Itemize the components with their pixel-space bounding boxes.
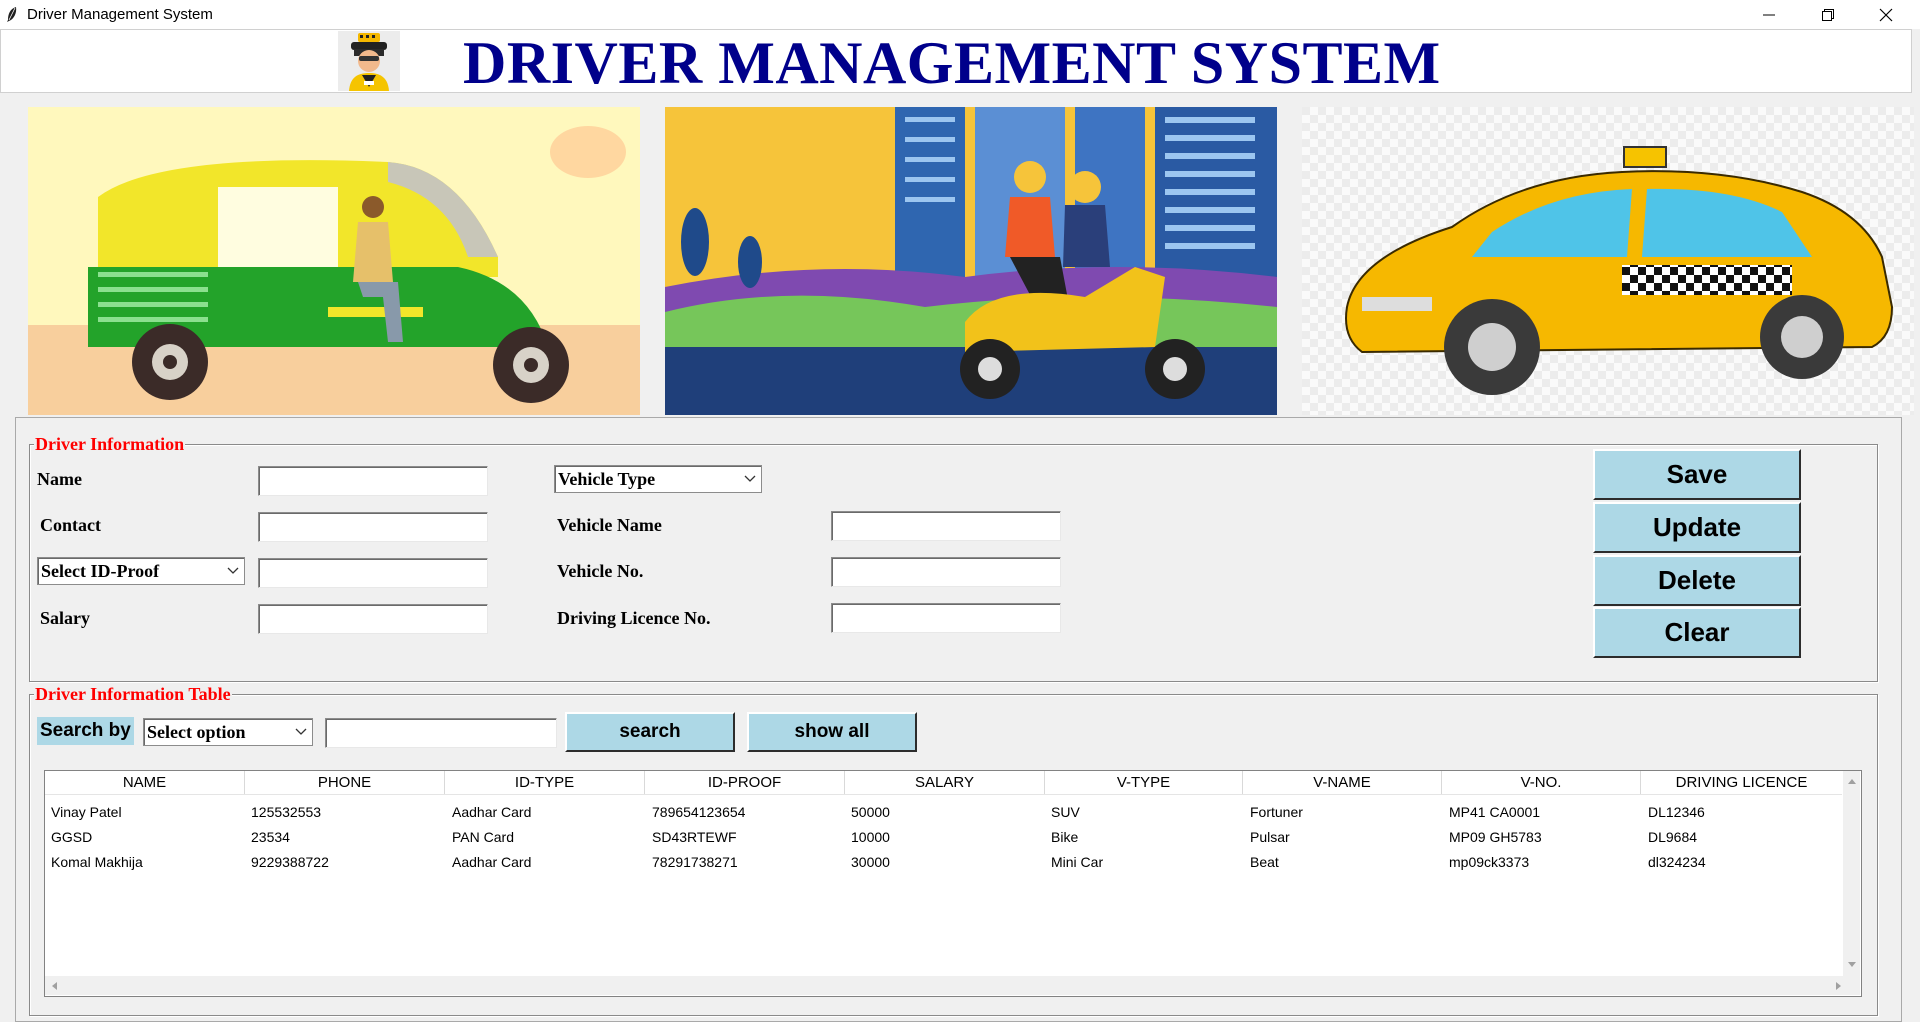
page-title: DRIVER MANAGEMENT SYSTEM bbox=[463, 30, 1441, 96]
driver-table-legend: Driver Information Table bbox=[34, 684, 232, 704]
auto-rickshaw-illustration bbox=[28, 107, 640, 415]
close-button[interactable] bbox=[1857, 0, 1915, 29]
column-header[interactable]: PHONE bbox=[245, 771, 445, 794]
contact-label: Contact bbox=[40, 515, 101, 535]
column-header[interactable]: V-TYPE bbox=[1045, 771, 1243, 794]
taxi-driver-icon bbox=[338, 31, 400, 91]
salary-input[interactable] bbox=[258, 604, 488, 634]
cell-v-name: Pulsar bbox=[1250, 829, 1290, 845]
cell-id-type: Aadhar Card bbox=[452, 804, 532, 820]
search-by-label: Search by bbox=[37, 717, 134, 745]
close-icon bbox=[1879, 8, 1893, 22]
scroll-down-icon[interactable] bbox=[1847, 961, 1857, 969]
cell-v-type: Bike bbox=[1051, 829, 1079, 845]
restore-icon bbox=[1822, 9, 1834, 21]
column-header[interactable]: ID-PROOF bbox=[645, 771, 845, 794]
table-row[interactable]: Vinay Patel 125532553 Aadhar Card 789654… bbox=[45, 803, 1842, 823]
cell-v-type: SUV bbox=[1051, 804, 1080, 820]
vertical-scrollbar[interactable] bbox=[1843, 771, 1860, 976]
vehicle-type-select[interactable]: Vehicle Type bbox=[554, 465, 762, 493]
cell-name: Komal Makhija bbox=[51, 854, 143, 870]
minimize-button[interactable] bbox=[1740, 0, 1798, 29]
cell-phone: 23534 bbox=[251, 829, 290, 845]
cell-licence: dl324234 bbox=[1648, 854, 1706, 870]
id-proof-select[interactable]: Select ID-Proof bbox=[37, 557, 245, 585]
update-button[interactable]: Update bbox=[1593, 502, 1801, 553]
search-option-select[interactable]: Select option bbox=[143, 718, 313, 746]
clear-button[interactable]: Clear bbox=[1593, 607, 1801, 658]
name-label: Name bbox=[37, 469, 82, 489]
cell-v-name: Fortuner bbox=[1250, 804, 1303, 820]
scooter-riders-illustration bbox=[665, 107, 1277, 415]
delete-button[interactable]: Delete bbox=[1593, 555, 1801, 606]
driver-table[interactable]: NAME PHONE ID-TYPE ID-PROOF SALARY V-TYP… bbox=[44, 770, 1862, 997]
table-row[interactable]: Komal Makhija 9229388722 Aadhar Card 782… bbox=[45, 853, 1842, 873]
header-banner: DRIVER MANAGEMENT SYSTEM bbox=[0, 29, 1912, 96]
cell-v-name: Beat bbox=[1250, 854, 1279, 870]
vehicle-name-input[interactable] bbox=[831, 511, 1061, 541]
window-titlebar[interactable]: Driver Management System bbox=[0, 0, 1920, 29]
cell-licence: DL9684 bbox=[1648, 829, 1698, 845]
cell-id-type: PAN Card bbox=[452, 829, 514, 845]
scroll-up-icon[interactable] bbox=[1847, 777, 1857, 785]
horizontal-scrollbar[interactable] bbox=[45, 976, 1860, 995]
cell-id-proof: 78291738271 bbox=[652, 854, 738, 870]
save-button[interactable]: Save bbox=[1593, 449, 1801, 500]
scroll-right-icon[interactable] bbox=[1835, 981, 1843, 991]
image-strip bbox=[0, 101, 1920, 419]
search-input[interactable] bbox=[325, 718, 557, 748]
taxi-car-illustration bbox=[1302, 107, 1914, 415]
column-header[interactable]: SALARY bbox=[845, 771, 1045, 794]
cell-id-type: Aadhar Card bbox=[452, 854, 532, 870]
column-header[interactable]: V-NAME bbox=[1243, 771, 1442, 794]
driving-licence-input[interactable] bbox=[831, 603, 1061, 633]
table-row[interactable]: GGSD 23534 PAN Card SD43RTEWF 10000 Bike… bbox=[45, 828, 1842, 848]
show-all-button[interactable]: show all bbox=[747, 712, 917, 752]
id-proof-select-value: Select ID-Proof bbox=[41, 561, 160, 581]
cell-id-proof: SD43RTEWF bbox=[652, 829, 737, 845]
window-title: Driver Management System bbox=[27, 6, 213, 23]
restore-button[interactable] bbox=[1799, 0, 1857, 29]
cell-id-proof: 789654123654 bbox=[652, 804, 746, 820]
column-header[interactable]: V-NO. bbox=[1442, 771, 1641, 794]
chevron-down-icon bbox=[744, 475, 756, 482]
cell-phone: 125532553 bbox=[251, 804, 322, 820]
salary-label: Salary bbox=[40, 608, 91, 628]
vehicle-no-label: Vehicle No. bbox=[557, 561, 644, 581]
cell-salary: 10000 bbox=[851, 829, 890, 845]
search-button[interactable]: search bbox=[565, 712, 735, 752]
cell-v-no: MP09 GH5783 bbox=[1449, 829, 1542, 845]
search-option-select-value: Select option bbox=[147, 722, 246, 742]
contact-input[interactable] bbox=[258, 512, 488, 542]
cell-salary: 30000 bbox=[851, 854, 890, 870]
table-header: NAME PHONE ID-TYPE ID-PROOF SALARY V-TYP… bbox=[45, 771, 1842, 795]
name-input[interactable] bbox=[258, 466, 488, 496]
cell-name: GGSD bbox=[51, 829, 93, 845]
cell-phone: 9229388722 bbox=[251, 854, 329, 870]
feather-icon bbox=[7, 7, 17, 22]
driving-licence-label: Driving Licence No. bbox=[557, 608, 711, 628]
cell-v-no: mp09ck3373 bbox=[1449, 854, 1530, 870]
chevron-down-icon bbox=[227, 567, 239, 574]
vehicle-name-label: Vehicle Name bbox=[557, 515, 662, 535]
vehicle-type-select-value: Vehicle Type bbox=[558, 469, 656, 489]
cell-licence: DL12346 bbox=[1648, 804, 1705, 820]
chevron-down-icon bbox=[295, 728, 307, 735]
column-header[interactable]: NAME bbox=[45, 771, 245, 794]
vehicle-no-input[interactable] bbox=[831, 557, 1061, 587]
cell-v-type: Mini Car bbox=[1051, 854, 1104, 870]
column-header[interactable]: DRIVING LICENCE bbox=[1641, 771, 1842, 794]
cell-salary: 50000 bbox=[851, 804, 890, 820]
driver-information-legend: Driver Information bbox=[34, 434, 186, 454]
scroll-left-icon[interactable] bbox=[50, 981, 58, 991]
column-header[interactable]: ID-TYPE bbox=[445, 771, 645, 794]
id-proof-input[interactable] bbox=[258, 558, 488, 588]
minimize-icon bbox=[1763, 14, 1775, 16]
cell-name: Vinay Patel bbox=[51, 804, 122, 820]
cell-v-no: MP41 CA0001 bbox=[1449, 804, 1541, 820]
